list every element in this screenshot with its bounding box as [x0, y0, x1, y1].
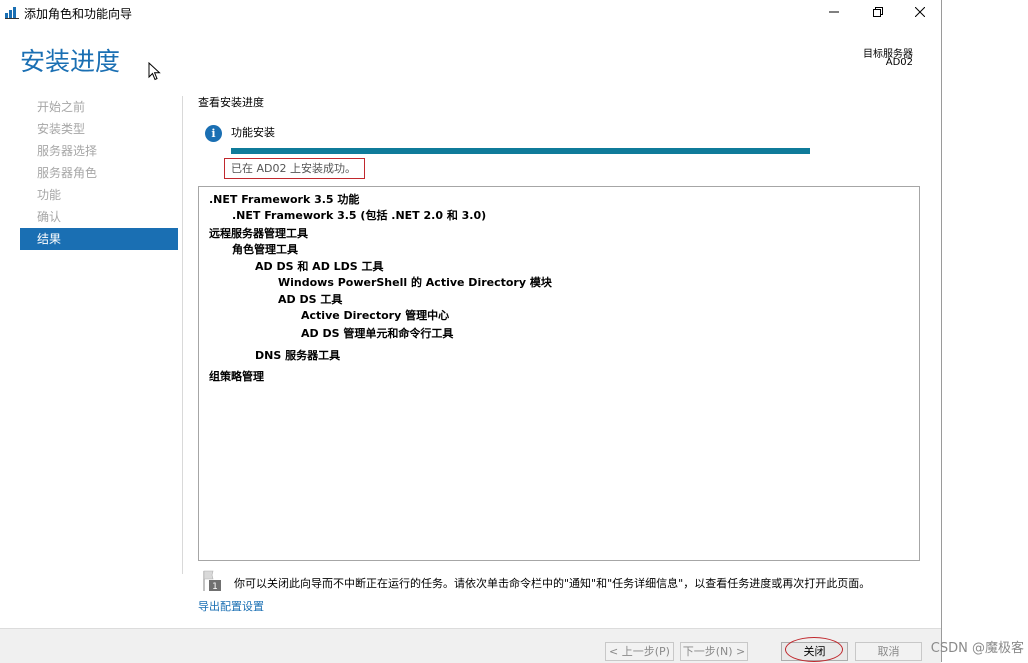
list-item: .NET Framework 3.5 (包括 .NET 2.0 和 3.0) [232, 209, 487, 222]
list-item: DNS 服务器工具 [255, 349, 341, 362]
export-configuration-link[interactable]: 导出配置设置 [198, 598, 264, 614]
watermark: CSDN @魔极客 [930, 641, 1024, 656]
window-title: 添加角色和功能向导 [24, 7, 133, 21]
info-icon: i [205, 125, 222, 142]
success-message: 已在 AD02 上安装成功。 [224, 158, 365, 179]
minimize-button[interactable] [812, 0, 856, 24]
status-label: 功能安装 [231, 126, 275, 139]
mouse-cursor-icon [148, 62, 161, 81]
restore-icon [873, 7, 883, 17]
list-item: AD DS 和 AD LDS 工具 [255, 260, 384, 273]
close-window-button[interactable] [898, 0, 942, 24]
title-bar[interactable]: 添加角色和功能向导 [0, 0, 942, 24]
results-list[interactable]: .NET Framework 3.5 功能 .NET Framework 3.5… [198, 186, 920, 561]
content-divider [182, 96, 183, 574]
progress-bar-fill [231, 148, 810, 154]
nav-item-server-roles[interactable]: 服务器角色 [20, 162, 178, 184]
list-item: Windows PowerShell 的 Active Directory 模块 [278, 276, 552, 289]
nav-item-results[interactable]: 结果 [20, 228, 178, 250]
server-manager-icon [5, 7, 19, 19]
list-item: Active Directory 管理中心 [301, 309, 450, 322]
restore-button[interactable] [856, 0, 900, 24]
previous-button[interactable]: < 上一步(P) [605, 642, 674, 661]
notification-flag-icon: 1 [203, 570, 221, 592]
nav-item-before-you-begin[interactable]: 开始之前 [20, 96, 178, 118]
wizard-window: 添加角色和功能向导 安装进度 目标服务器 AD02 开始之前 安装类型 服务器选… [0, 0, 942, 663]
svg-text:1: 1 [212, 582, 218, 592]
minimize-icon [829, 11, 839, 13]
list-item: .NET Framework 3.5 功能 [209, 193, 360, 206]
next-button[interactable]: 下一步(N) > [680, 642, 748, 661]
list-item: 角色管理工具 [232, 243, 298, 256]
section-title: 查看安装进度 [198, 96, 264, 109]
info-note: 你可以关闭此向导而不中断正在运行的任务。请依次单击命令栏中的"通知"和"任务详细… [234, 577, 871, 590]
nav-item-confirmation[interactable]: 确认 [20, 206, 178, 228]
nav-item-installation-type[interactable]: 安装类型 [20, 118, 178, 140]
list-item: 远程服务器管理工具 [209, 227, 308, 240]
page-title: 安装进度 [20, 47, 121, 76]
nav-item-server-selection[interactable]: 服务器选择 [20, 140, 178, 162]
close-button[interactable]: 关闭 [781, 642, 848, 661]
nav-item-features[interactable]: 功能 [20, 184, 178, 206]
target-server-value: AD02 [885, 57, 913, 68]
list-item: AD DS 工具 [278, 293, 343, 306]
cancel-button[interactable]: 取消 [855, 642, 922, 661]
progress-bar [231, 148, 810, 154]
wizard-steps-nav: 开始之前 安装类型 服务器选择 服务器角色 功能 确认 结果 [20, 96, 178, 250]
list-item: AD DS 管理单元和命令行工具 [301, 327, 454, 340]
list-item: 组策略管理 [209, 370, 264, 383]
close-icon [915, 7, 925, 17]
